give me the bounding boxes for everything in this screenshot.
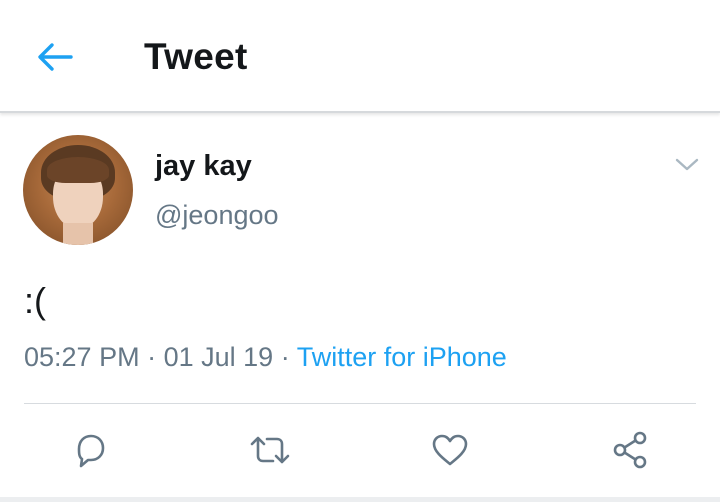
tweet-text: :(	[24, 280, 46, 321]
back-button[interactable]	[30, 34, 80, 80]
user-handle: @jeongoo	[155, 200, 279, 230]
retweet-button[interactable]	[248, 428, 292, 472]
reply-button[interactable]	[68, 428, 112, 472]
back-arrow-icon	[38, 43, 73, 71]
avatar[interactable]	[23, 135, 133, 245]
meta-separator: ·	[280, 342, 290, 372]
tweet-options-button[interactable]	[672, 152, 702, 178]
avatar-fringe	[47, 157, 109, 183]
bottom-separator	[0, 497, 720, 502]
like-button[interactable]	[428, 428, 472, 472]
chevron-down-icon	[675, 158, 699, 171]
tweet-metadata: 05:27 PM · 01 Jul 19 · Twitter for iPhon…	[24, 342, 507, 373]
retweet-icon	[250, 436, 290, 464]
top-app-bar: Tweet	[0, 0, 720, 113]
page-title: Tweet	[144, 36, 248, 77]
tweet-date: 01 Jul 19	[163, 342, 274, 372]
tweet-time: 05:27 PM	[24, 342, 140, 372]
user-display-name[interactable]: jay kay	[155, 150, 252, 183]
divider	[24, 403, 696, 404]
reply-icon	[77, 434, 105, 468]
share-button[interactable]	[608, 428, 652, 472]
meta-separator: ·	[147, 342, 157, 372]
tweet-source-link[interactable]: Twitter for iPhone	[297, 342, 507, 372]
avatar-neck	[63, 223, 93, 245]
share-icon	[613, 431, 647, 469]
heart-icon	[432, 434, 468, 466]
